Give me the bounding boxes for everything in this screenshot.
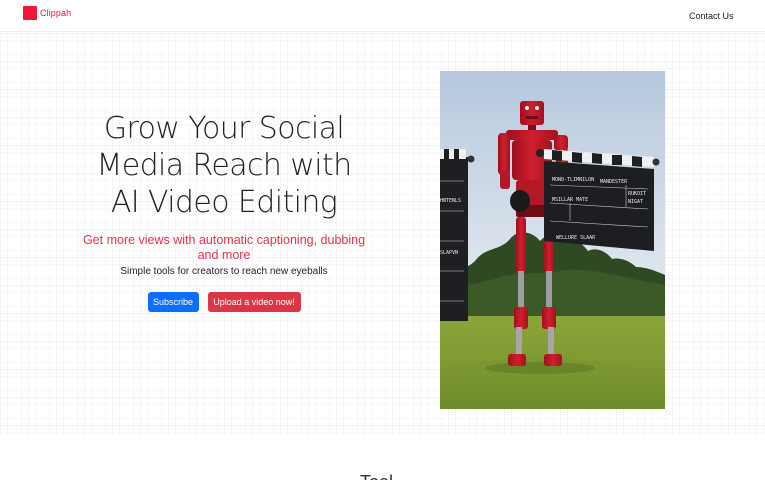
brand-link[interactable]: Clippah <box>23 6 71 20</box>
hero-buttons: Subscribe Upload a video now! <box>80 292 368 312</box>
robot-with-clapperboard-image: HNTENLS SLAPVN MONO-TLIMNILON MANDESTER … <box>440 71 665 409</box>
hero-subtitle: Get more views with automatic captioning… <box>82 233 366 262</box>
board-text-6: WELLURE SLAAR <box>556 235 596 241</box>
brand-name: Clippah <box>40 8 72 18</box>
subscribe-button[interactable]: Subscribe <box>147 292 199 312</box>
left-board-text-1: HNTENLS <box>440 198 461 204</box>
navbar: Clippah Contact Us <box>0 0 765 32</box>
board-text-5: MSILLAR MATE <box>552 197 588 203</box>
logo-icon <box>23 6 37 20</box>
tools-section-heading: Tool <box>360 472 393 480</box>
board-text-4: NIGAT <box>628 199 643 205</box>
hero-tagline: Simple tools for creators to reach new e… <box>120 266 328 277</box>
board-text-3: RUKOIT <box>628 191 646 197</box>
hero-title: Grow Your Social Media Reach with AI Vid… <box>96 111 352 220</box>
left-board-text-2: SLAPVN <box>440 250 458 256</box>
upload-video-button[interactable]: Upload a video now! <box>207 292 301 312</box>
board-text-2: MANDESTER <box>600 179 628 185</box>
contact-us-link[interactable]: Contact Us <box>689 11 734 21</box>
hero-content: Grow Your Social Media Reach with AI Vid… <box>80 110 368 312</box>
board-text-1: MONO-TLIMNILON <box>552 177 594 183</box>
